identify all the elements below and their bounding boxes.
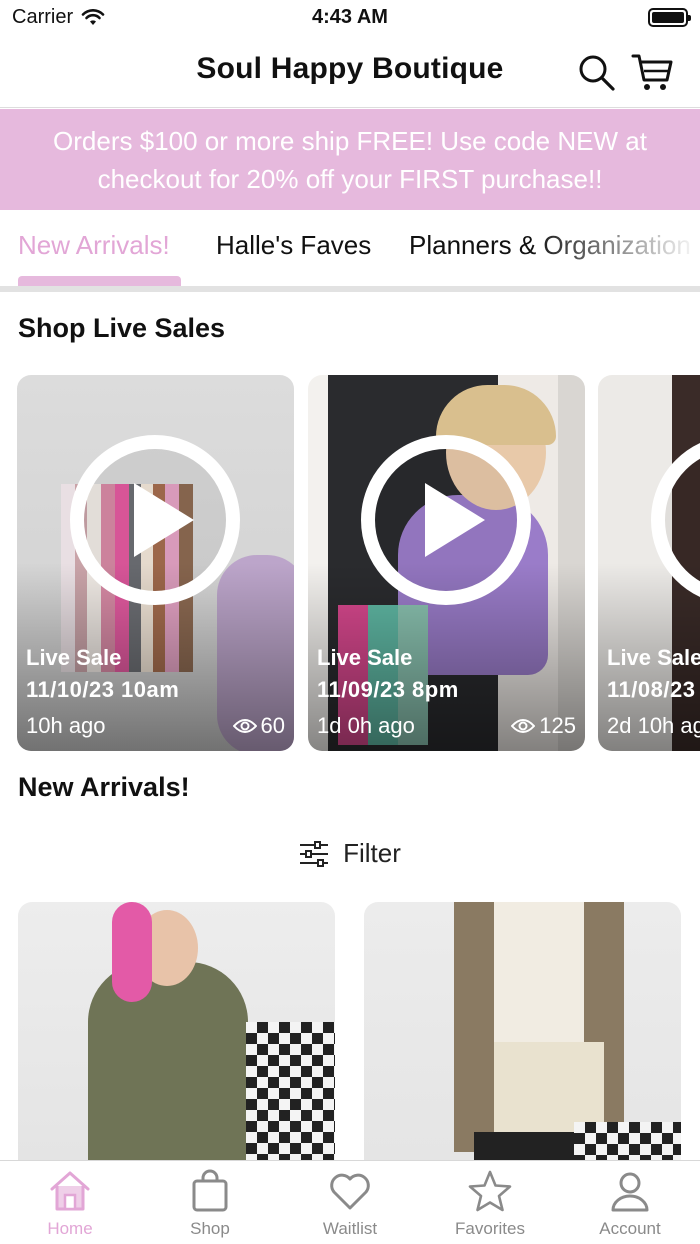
home-icon xyxy=(50,1171,90,1211)
live-sale-date: 11/10/23 10am xyxy=(26,677,180,702)
nav-account-label: Account xyxy=(599,1219,661,1238)
search-icon[interactable] xyxy=(574,50,618,94)
nav-favorites[interactable]: Favorites xyxy=(420,1169,560,1239)
nav-home[interactable]: Home xyxy=(0,1169,140,1239)
live-sale-date: 11/08/23 xyxy=(607,677,696,702)
heart-icon xyxy=(330,1173,370,1210)
live-sale-label: Live Sale xyxy=(26,645,122,670)
nav-account[interactable]: Account xyxy=(560,1169,700,1239)
live-sale-label: Live Sale xyxy=(317,645,413,670)
filter-label: Filter xyxy=(343,838,401,868)
person-icon xyxy=(611,1172,649,1212)
view-count-value: 60 xyxy=(260,713,285,738)
nav-favorites-label: Favorites xyxy=(455,1219,525,1238)
tab-halles-faves[interactable]: Halle's Faves xyxy=(216,230,371,261)
live-sale-card[interactable]: Live Sale 11/10/23 10am 10h ago 60 xyxy=(17,375,294,751)
promo-banner[interactable]: Orders $100 or more ship FREE! Use code … xyxy=(0,109,700,210)
live-sale-card[interactable]: Live Sale 11/09/23 8pm 1d 0h ago 125 xyxy=(308,375,585,751)
sliders-icon xyxy=(300,840,329,867)
play-icon xyxy=(651,443,700,597)
status-time: 4:43 AM xyxy=(312,6,388,28)
live-sale-ago: 1d 0h ago xyxy=(317,713,415,738)
nav-shop[interactable]: Shop xyxy=(140,1169,280,1239)
view-count: 125 xyxy=(511,713,576,739)
tab-new-arrivals[interactable]: New Arrivals! xyxy=(18,230,170,261)
play-icon xyxy=(361,435,531,605)
battery-icon xyxy=(648,8,691,27)
eye-icon xyxy=(511,719,536,733)
knit-patch xyxy=(494,1042,604,1132)
view-count-value: 125 xyxy=(539,713,576,738)
play-icon xyxy=(70,435,240,605)
bag-icon xyxy=(192,1169,228,1212)
view-count: 60 xyxy=(232,713,285,739)
app-header: Soul Happy Boutique xyxy=(0,36,700,108)
new-arrivals-heading: New Arrivals! xyxy=(18,772,190,802)
tabs-fade xyxy=(530,210,700,286)
bottom-nav: Home Shop Waitlist Favorites Account xyxy=(0,1160,700,1244)
nav-home-label: Home xyxy=(47,1219,93,1238)
live-sale-label: Live Sale xyxy=(607,645,700,670)
product-card[interactable] xyxy=(364,902,681,1192)
nav-shop-label: Shop xyxy=(190,1219,230,1238)
filter-button[interactable]: Filter xyxy=(0,838,700,869)
sweater-shape xyxy=(88,962,248,1192)
nav-waitlist-label: Waitlist xyxy=(322,1219,378,1238)
live-sale-ago: 2d 10h ago xyxy=(607,713,700,738)
star-icon xyxy=(468,1170,512,1212)
live-sales-heading: Shop Live Sales xyxy=(18,313,226,343)
promo-text: Orders $100 or more ship FREE! Use code … xyxy=(53,125,647,194)
product-card[interactable] xyxy=(18,902,335,1192)
cart-icon[interactable] xyxy=(630,50,674,94)
status-bar: Carrier 4:43 AM xyxy=(0,0,700,36)
live-sale-date: 11/09/23 8pm xyxy=(317,677,459,702)
live-sale-ago: 10h ago xyxy=(26,713,106,738)
live-sale-card[interactable]: Live Sale 11/08/23 2d 10h ago xyxy=(598,375,700,751)
hair-shape xyxy=(112,902,152,1002)
nav-waitlist[interactable]: Waitlist xyxy=(280,1169,420,1239)
tab-active-indicator xyxy=(18,276,181,286)
category-tabs: New Arrivals! Halle's Faves Planners & O… xyxy=(0,210,700,292)
eye-icon xyxy=(232,719,257,733)
